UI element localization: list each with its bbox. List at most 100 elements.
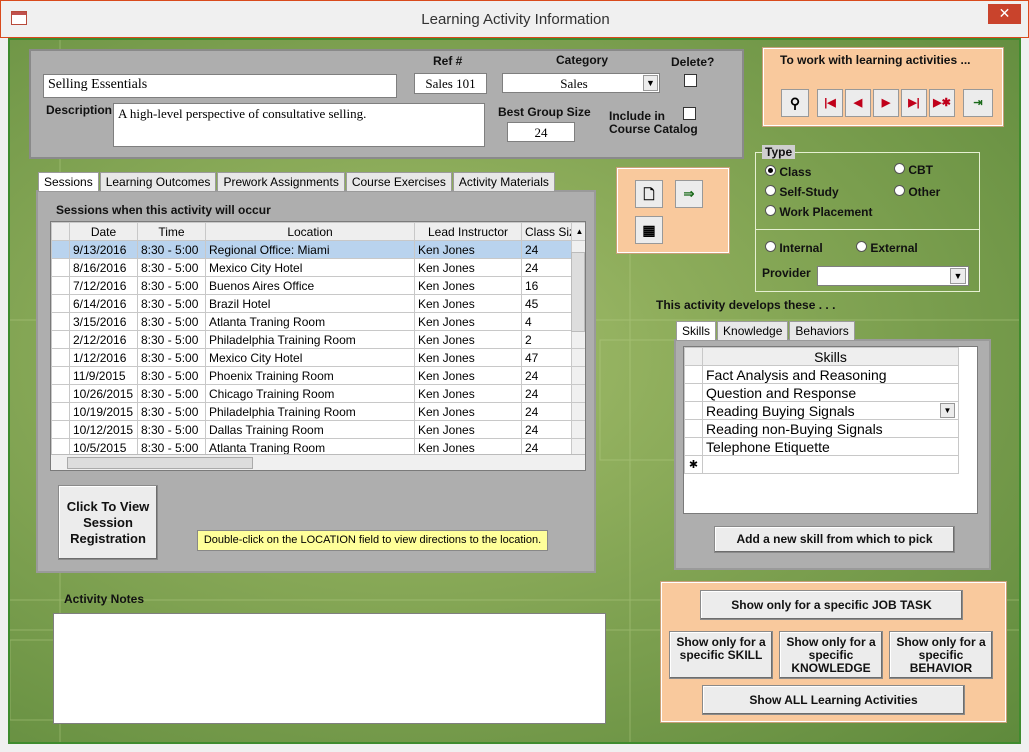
date-cell[interactable]: 8/16/2016 <box>69 258 138 277</box>
row-selector[interactable] <box>51 294 70 313</box>
skill-chevron-down-icon[interactable]: ▼ <box>940 403 955 418</box>
workplacement-radio[interactable] <box>765 205 776 216</box>
tab-activity-materials[interactable]: Activity Materials <box>452 172 555 191</box>
cbt-radio[interactable] <box>894 163 905 174</box>
skill-cell[interactable]: Question and Response <box>702 383 959 402</box>
column-header-class-size[interactable]: Class Siz <box>521 222 572 241</box>
table-row[interactable]: 1/12/2016 8:30 - 5:00 Mexico City Hotel Ken… <box>51 348 585 367</box>
instructor-cell[interactable]: Ken Jones <box>414 366 522 385</box>
instructor-cell[interactable]: Ken Jones <box>414 294 522 313</box>
column-header-date[interactable]: Date <box>69 222 138 241</box>
job-task-filter-button[interactable]: Show only for a specific JOB TASK <box>700 590 963 620</box>
tab-course-exercises[interactable]: Course Exercises <box>345 172 452 191</box>
date-cell[interactable]: 1/12/2016 <box>69 348 138 367</box>
table-row[interactable]: 8/16/2016 8:30 - 5:00 Mexico City Hotel Ken… <box>51 258 585 277</box>
list-item[interactable]: Reading non-Buying Signals <box>684 419 959 438</box>
row-selector[interactable] <box>684 383 703 402</box>
table-row[interactable]: 3/15/2016 8:30 - 5:00 Atlanta Traning Room… <box>51 312 585 331</box>
row-selector[interactable] <box>51 276 70 295</box>
date-cell[interactable]: 10/19/2015 <box>69 402 138 421</box>
class-size-cell[interactable]: 47 <box>521 348 572 367</box>
class-size-cell[interactable]: 2 <box>521 330 572 349</box>
instructor-cell[interactable]: Ken Jones <box>414 384 522 403</box>
date-cell[interactable]: 10/12/2015 <box>69 420 138 439</box>
tab-behaviors[interactable]: Behaviors <box>789 321 855 340</box>
row-selector[interactable] <box>51 402 70 421</box>
scroll-track[interactable] <box>571 348 585 367</box>
class-size-cell[interactable]: 16 <box>521 276 572 295</box>
scroll-track[interactable] <box>571 384 585 403</box>
row-selector[interactable] <box>51 258 70 277</box>
description-field[interactable]: A high-level perspective of consultative… <box>113 103 485 147</box>
time-cell[interactable]: 8:30 - 5:00 <box>137 348 206 367</box>
time-cell[interactable]: 8:30 - 5:00 <box>137 312 206 331</box>
list-item[interactable]: Fact Analysis and Reasoning <box>684 365 959 384</box>
location-cell[interactable]: Mexico City Hotel <box>205 348 415 367</box>
scroll-track[interactable] <box>571 330 585 349</box>
instructor-cell[interactable]: Ken Jones <box>414 276 522 295</box>
scroll-track[interactable] <box>571 366 585 385</box>
class-size-cell[interactable]: 24 <box>521 402 572 421</box>
time-cell[interactable]: 8:30 - 5:00 <box>137 402 206 421</box>
column-header-time[interactable]: Time <box>137 222 206 241</box>
show-all-button[interactable]: Show ALL Learning Activities <box>702 685 965 715</box>
row-selector[interactable] <box>684 365 703 384</box>
time-cell[interactable]: 8:30 - 5:00 <box>137 240 206 259</box>
add-new-skill-button[interactable]: Add a new skill from which to pick <box>714 526 955 553</box>
list-item[interactable]: Reading Buying Signals <box>684 401 959 420</box>
preview-report-icon[interactable]: 🗋 <box>635 180 663 208</box>
skill-cell[interactable]: Fact Analysis and Reasoning <box>702 365 959 384</box>
instructor-cell[interactable]: Ken Jones <box>414 330 522 349</box>
type-selfstudy-option[interactable]: Self-Study <box>765 185 839 199</box>
instructor-cell[interactable]: Ken Jones <box>414 312 522 331</box>
instructor-cell[interactable]: Ken Jones <box>414 420 522 439</box>
location-cell[interactable]: Atlanta Traning Room <box>205 312 415 331</box>
instructor-cell[interactable]: Ken Jones <box>414 240 522 259</box>
next-record-icon[interactable]: ▶ <box>873 89 899 117</box>
tab-knowledge[interactable]: Knowledge <box>717 321 789 340</box>
delete-checkbox[interactable] <box>684 74 697 87</box>
catalog-checkbox[interactable] <box>683 107 696 120</box>
table-row[interactable]: 10/19/2015 8:30 - 5:00 Philadelphia Traini… <box>51 402 585 421</box>
instructor-cell[interactable]: Ken Jones <box>414 258 522 277</box>
date-cell[interactable]: 6/14/2016 <box>69 294 138 313</box>
previous-record-icon[interactable]: ◀ <box>845 89 871 117</box>
find-icon[interactable]: ⚲ <box>781 89 809 117</box>
skill-cell[interactable]: Reading Buying Signals <box>702 401 959 420</box>
location-cell[interactable]: Mexico City Hotel <box>205 258 415 277</box>
provider-select[interactable] <box>817 266 969 286</box>
instructor-cell[interactable]: Ken Jones <box>414 402 522 421</box>
location-cell[interactable]: Chicago Training Room <box>205 384 415 403</box>
row-selector[interactable] <box>51 312 70 331</box>
table-row[interactable]: 6/14/2016 8:30 - 5:00 Brazil Hotel Ken Jone… <box>51 294 585 313</box>
date-cell[interactable]: 11/9/2015 <box>69 366 138 385</box>
tab-skills[interactable]: Skills <box>676 321 717 340</box>
class-size-cell[interactable]: 4 <box>521 312 572 331</box>
chevron-down-icon[interactable]: ▼ <box>643 75 658 91</box>
internal-option[interactable]: Internal <box>765 241 823 255</box>
new-record-icon[interactable]: ▶✱ <box>929 89 955 117</box>
ref-field[interactable]: Sales 101 <box>414 73 487 94</box>
category-select[interactable]: Sales <box>502 73 660 93</box>
class-size-cell[interactable]: 24 <box>521 366 572 385</box>
view-session-registration-button[interactable]: Click To View Session Registration <box>58 485 158 560</box>
class-size-cell[interactable]: 24 <box>521 258 572 277</box>
exit-icon[interactable]: ⇥ <box>963 89 993 117</box>
open-form-icon[interactable]: ⇒ <box>675 180 703 208</box>
date-cell[interactable]: 2/12/2016 <box>69 330 138 349</box>
instructor-cell[interactable]: Ken Jones <box>414 348 522 367</box>
class-size-cell[interactable]: 24 <box>521 384 572 403</box>
last-record-icon[interactable]: ▶| <box>901 89 927 117</box>
date-cell[interactable]: 10/26/2015 <box>69 384 138 403</box>
row-selector[interactable] <box>51 366 70 385</box>
table-row[interactable]: 10/26/2015 8:30 - 5:00 Chicago Training Ro… <box>51 384 585 403</box>
time-cell[interactable]: 8:30 - 5:00 <box>137 330 206 349</box>
tab-learning-outcomes[interactable]: Learning Outcomes <box>99 172 217 191</box>
sessions-grid[interactable]: Date Time Location Lead Instructor Class… <box>50 221 586 471</box>
skills-grid[interactable]: Skills Fact Analysis and Reasoning Questi… <box>683 346 978 514</box>
date-cell[interactable]: 9/13/2016 <box>69 240 138 259</box>
location-cell[interactable]: Dallas Training Room <box>205 420 415 439</box>
tab-sessions[interactable]: Sessions <box>38 172 99 191</box>
row-selector[interactable] <box>51 420 70 439</box>
scroll-up-icon[interactable]: ▲ <box>571 222 585 241</box>
